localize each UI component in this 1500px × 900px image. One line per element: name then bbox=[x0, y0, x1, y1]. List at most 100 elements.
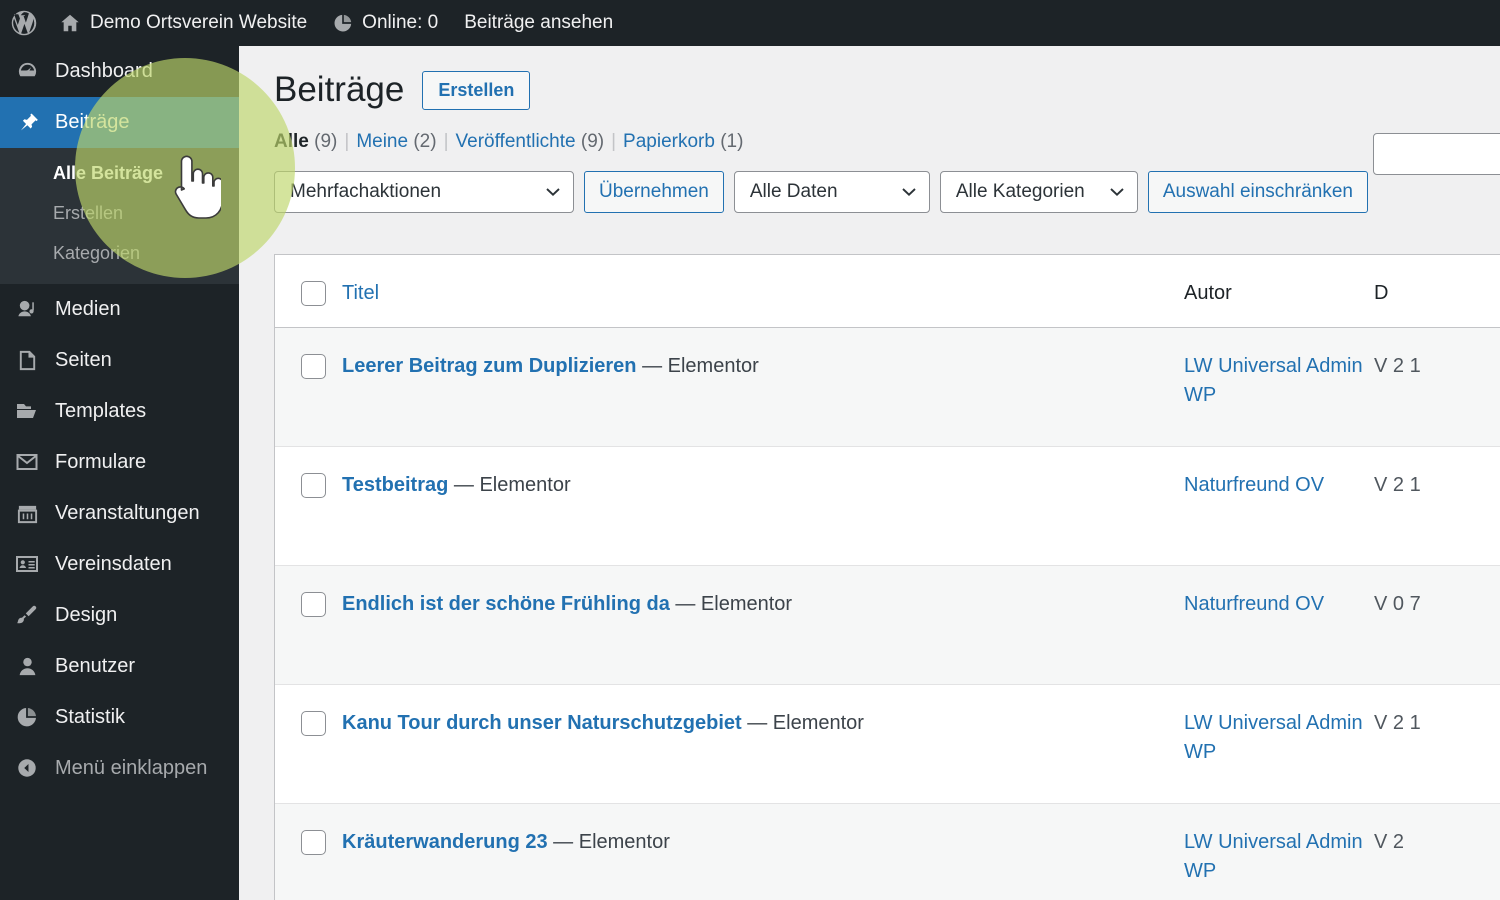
sidebar-item-dashboard[interactable]: Dashboard bbox=[0, 46, 239, 97]
sidebar-item-label: Seiten bbox=[55, 348, 112, 371]
filter-count-alle: (9) bbox=[314, 131, 338, 152]
bulk-actions-select[interactable]: Mehrfachaktionen bbox=[274, 171, 574, 213]
filter-submit-button[interactable]: Auswahl einschränken bbox=[1147, 171, 1368, 213]
sidebar-item-medien[interactable]: Medien bbox=[0, 284, 239, 335]
online-count-label: Online: 0 bbox=[362, 12, 439, 33]
filter-link-papierkorb[interactable]: Papierkorb bbox=[623, 131, 715, 152]
view-posts-label: Beiträge ansehen bbox=[464, 12, 614, 33]
post-title-suffix: — Elementor bbox=[453, 474, 571, 496]
post-title-link[interactable]: Leerer Beitrag zum Duplizieren bbox=[342, 355, 637, 377]
sidebar-item-beitraege[interactable]: Beiträge bbox=[0, 97, 239, 148]
row-checkbox[interactable] bbox=[301, 711, 326, 736]
column-header-title[interactable]: Titel bbox=[342, 255, 1184, 307]
beitraege-submenu: Alle Beiträge Erstellen Kategorien bbox=[0, 148, 239, 284]
filter-link-meine[interactable]: Meine bbox=[356, 131, 408, 152]
sidebar-item-seiten[interactable]: Seiten bbox=[0, 335, 239, 386]
column-header-title-label: Titel bbox=[342, 282, 380, 304]
filter-link-alle[interactable]: Alle bbox=[274, 131, 309, 152]
submenu-item-label: Alle Beiträge bbox=[53, 163, 164, 183]
pin-icon bbox=[14, 111, 40, 134]
paintbrush-icon bbox=[14, 603, 40, 627]
sidebar-item-formulare[interactable]: Formulare bbox=[0, 437, 239, 488]
row-author-cell: LW Universal Admin WP bbox=[1184, 328, 1374, 410]
pie-chart-icon bbox=[14, 706, 40, 728]
table-navigation-top: Mehrfachaktionen Übernehmen Alle Daten A… bbox=[274, 171, 1500, 213]
post-author-link[interactable]: LW Universal Admin WP bbox=[1184, 831, 1363, 882]
row-title-cell: Testbeitrag — Elementor bbox=[342, 447, 1184, 499]
site-name-label: Demo Ortsverein Website bbox=[90, 12, 308, 33]
pie-chart-icon bbox=[333, 13, 353, 33]
row-date-cell: V 2 bbox=[1374, 831, 1405, 853]
sidebar-item-label: Formulare bbox=[55, 450, 147, 473]
collapse-arrow-icon bbox=[14, 757, 40, 779]
post-title-link[interactable]: Kanu Tour durch unser Naturschutzgebiet bbox=[342, 712, 742, 734]
row-author-cell: Naturfreund OV bbox=[1184, 566, 1374, 619]
table-row[interactable]: Kanu Tour durch unser Naturschutzgebiet … bbox=[275, 685, 1500, 804]
row-author-cell: Naturfreund OV bbox=[1184, 447, 1374, 500]
filter-count-papierkorb: (1) bbox=[720, 131, 744, 152]
filter-link-veroeffentlichte[interactable]: Veröffentlichte bbox=[456, 131, 576, 152]
sidebar-item-label: Veranstaltungen bbox=[55, 501, 200, 524]
sidebar-item-design[interactable]: Design bbox=[0, 590, 239, 641]
row-checkbox[interactable] bbox=[301, 354, 326, 379]
submenu-item-alle-beitraege[interactable]: Alle Beiträge bbox=[0, 154, 239, 194]
column-header-author-label: Autor bbox=[1184, 282, 1232, 304]
table-row[interactable]: Endlich ist der schöne Frühling da — Ele… bbox=[275, 566, 1500, 685]
post-author-link[interactable]: LW Universal Admin WP bbox=[1184, 355, 1363, 406]
row-checkbox[interactable] bbox=[301, 830, 326, 855]
select-all-checkbox[interactable] bbox=[301, 281, 326, 306]
site-name-button[interactable]: Demo Ortsverein Website bbox=[46, 0, 320, 46]
table-row[interactable]: Kräuterwanderung 23 — Elementor LW Unive… bbox=[275, 804, 1500, 900]
collapse-menu-button[interactable]: Menü einklappen bbox=[0, 743, 239, 794]
submenu-item-label: Kategorien bbox=[53, 242, 141, 263]
collapse-menu-label: Menü einklappen bbox=[55, 756, 208, 779]
category-filter-select[interactable]: Alle Kategorien bbox=[939, 171, 1138, 213]
apply-bulk-action-button[interactable]: Übernehmen bbox=[584, 171, 724, 213]
post-title-link[interactable]: Kräuterwanderung 23 bbox=[342, 831, 548, 853]
posts-table: Titel Autor D Leerer Beitrag zum Duplizi… bbox=[274, 254, 1500, 900]
row-checkbox[interactable] bbox=[301, 592, 326, 617]
add-new-post-button[interactable]: Erstellen bbox=[422, 70, 531, 110]
sidebar-item-label: Benutzer bbox=[55, 654, 136, 677]
post-author-link[interactable]: Naturfreund OV bbox=[1184, 474, 1324, 496]
sidebar-item-benutzer[interactable]: Benutzer bbox=[0, 641, 239, 692]
sidebar-item-vereinsdaten[interactable]: Vereinsdaten bbox=[0, 539, 239, 590]
wordpress-logo-button[interactable] bbox=[0, 0, 46, 46]
row-select-cell bbox=[275, 447, 342, 498]
wordpress-logo-icon bbox=[10, 9, 38, 37]
sidebar-item-veranstaltungen[interactable]: Veranstaltungen bbox=[0, 488, 239, 539]
table-row[interactable]: Leerer Beitrag zum Duplizieren — Element… bbox=[275, 328, 1500, 447]
category-filter-value: Alle Kategorien bbox=[955, 181, 1085, 202]
post-author-link[interactable]: LW Universal Admin WP bbox=[1184, 712, 1363, 763]
sidebar-item-label: Dashboard bbox=[55, 60, 153, 82]
sidebar-item-label: Medien bbox=[55, 297, 121, 320]
page-header: Beiträge Erstellen bbox=[274, 69, 1500, 111]
row-author-cell: LW Universal Admin WP bbox=[1184, 685, 1374, 767]
user-icon bbox=[14, 655, 40, 678]
post-author-link[interactable]: Naturfreund OV bbox=[1184, 593, 1324, 615]
row-date-cell: V 2 1 bbox=[1374, 474, 1421, 496]
search-posts-input[interactable] bbox=[1373, 133, 1500, 175]
submenu-item-erstellen[interactable]: Erstellen bbox=[0, 194, 239, 234]
filter-separator: | bbox=[443, 131, 449, 152]
submenu-item-label: Erstellen bbox=[53, 202, 124, 223]
sidebar-item-templates[interactable]: Templates bbox=[0, 386, 239, 437]
post-title-link[interactable]: Endlich ist der schöne Frühling da bbox=[342, 593, 670, 615]
chevron-down-icon bbox=[546, 188, 560, 197]
sidebar-item-label: Vereinsdaten bbox=[55, 552, 172, 575]
date-filter-select[interactable]: Alle Daten bbox=[733, 171, 930, 213]
home-icon bbox=[59, 12, 81, 34]
row-checkbox[interactable] bbox=[301, 473, 326, 498]
online-users-button[interactable]: Online: 0 bbox=[320, 0, 451, 46]
bulk-actions-value: Mehrfachaktionen bbox=[290, 181, 442, 202]
sidebar-item-label: Statistik bbox=[55, 705, 126, 728]
submenu-item-kategorien[interactable]: Kategorien bbox=[0, 234, 239, 274]
post-title-link[interactable]: Testbeitrag bbox=[342, 474, 448, 496]
table-row[interactable]: Testbeitrag — Elementor Naturfreund OV V… bbox=[275, 447, 1500, 566]
filter-count-veroeffentlichte: (9) bbox=[580, 131, 605, 152]
view-posts-button[interactable]: Beiträge ansehen bbox=[451, 0, 626, 46]
post-title-suffix: — Elementor bbox=[675, 593, 793, 615]
sidebar-item-statistik[interactable]: Statistik bbox=[0, 692, 239, 743]
row-select-cell bbox=[275, 566, 342, 617]
filter-separator: | bbox=[344, 131, 350, 152]
